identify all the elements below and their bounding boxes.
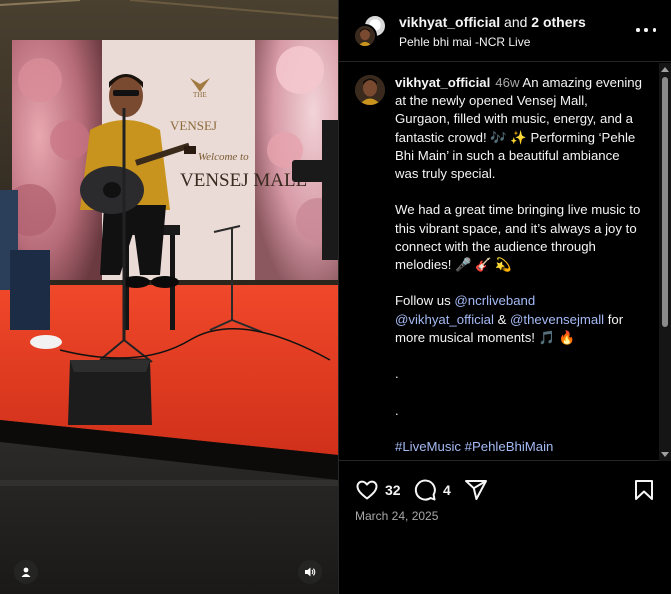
backdrop-welcome: Welcome to (198, 151, 249, 163)
caption-dot-2: . (395, 402, 399, 418)
scroll-down-arrow-icon[interactable] (661, 452, 669, 457)
heart-icon (356, 480, 378, 500)
mention-ncrliveband[interactable]: @ncrliveband (454, 293, 535, 308)
user-tags-button[interactable] (14, 560, 38, 584)
header-others-link[interactable]: 2 others (531, 14, 585, 30)
header-audio-title[interactable]: Pehle bhi mai -NCR Live (399, 35, 629, 49)
header-authors: vikhyat_official and 2 others (399, 14, 629, 30)
caption-follow-prefix: Follow us (395, 293, 451, 309)
mention-vikhyat-official[interactable]: @vikhyat_official (395, 312, 494, 327)
bookmark-icon (635, 480, 653, 500)
caption-ampersand: & (497, 311, 507, 327)
post-media[interactable]: THE VENSEJ Welcome to VENSEJ MALL (0, 0, 338, 594)
caption-avatar-image (355, 75, 385, 105)
comment-button[interactable]: 4 (413, 478, 451, 502)
comments-area[interactable]: vikhyat_official 46w An amazing evening a… (339, 63, 671, 461)
header-and: and (504, 14, 528, 30)
post-date[interactable]: March 24, 2025 (355, 509, 438, 523)
post-actions: 32 4 (339, 470, 671, 510)
header-text: vikhyat_official and 2 others Pehle bhi … (399, 14, 629, 49)
comment-count[interactable]: 4 (443, 482, 451, 498)
caption-username[interactable]: vikhyat_official (395, 75, 490, 90)
caption-hashtags[interactable]: #LiveMusic #PehleBhiMain (395, 438, 645, 456)
comments-scrollbar[interactable] (659, 63, 671, 461)
mention-thevensejmall[interactable]: @thevensejmall (510, 312, 604, 327)
scroll-up-arrow-icon[interactable] (661, 67, 669, 72)
avatar-author-image (355, 26, 375, 46)
more-options-icon (636, 28, 640, 32)
speaker-icon (305, 567, 316, 577)
collaborator-avatars[interactable] (353, 14, 389, 48)
audio-toggle-button[interactable] (298, 560, 322, 584)
header-username[interactable]: vikhyat_official (399, 14, 500, 30)
user-tag-icon (21, 567, 31, 577)
caption-paragraph-2: We had a great time bringing live music … (395, 202, 641, 273)
save-button[interactable] (632, 478, 656, 502)
like-button[interactable]: 32 (355, 478, 401, 502)
backdrop-mall-name: VENSEJ MALL (180, 170, 307, 191)
backdrop-brand: VENSEJ (170, 118, 217, 133)
share-button[interactable] (464, 478, 488, 502)
post-header: vikhyat_official and 2 others Pehle bhi … (339, 0, 671, 62)
like-count[interactable]: 32 (385, 482, 401, 498)
post-sidebar: vikhyat_official and 2 others Pehle bhi … (338, 0, 671, 594)
caption-paragraph-1: An amazing evening at the newly opened V… (395, 75, 642, 182)
caption-avatar[interactable] (355, 75, 385, 105)
more-options-button[interactable] (636, 22, 656, 38)
comment-bubble-icon (414, 479, 436, 501)
paper-plane-icon (465, 480, 487, 500)
post-caption: vikhyat_official 46w An amazing evening a… (395, 74, 645, 456)
performance-photo: THE VENSEJ Welcome to VENSEJ MALL (0, 0, 338, 594)
backdrop-the: THE (193, 91, 207, 99)
caption-dot-1: . (395, 366, 399, 382)
scrollbar-thumb[interactable] (662, 77, 668, 327)
caption-time[interactable]: 46w (495, 75, 519, 90)
avatar-author[interactable] (353, 24, 377, 48)
